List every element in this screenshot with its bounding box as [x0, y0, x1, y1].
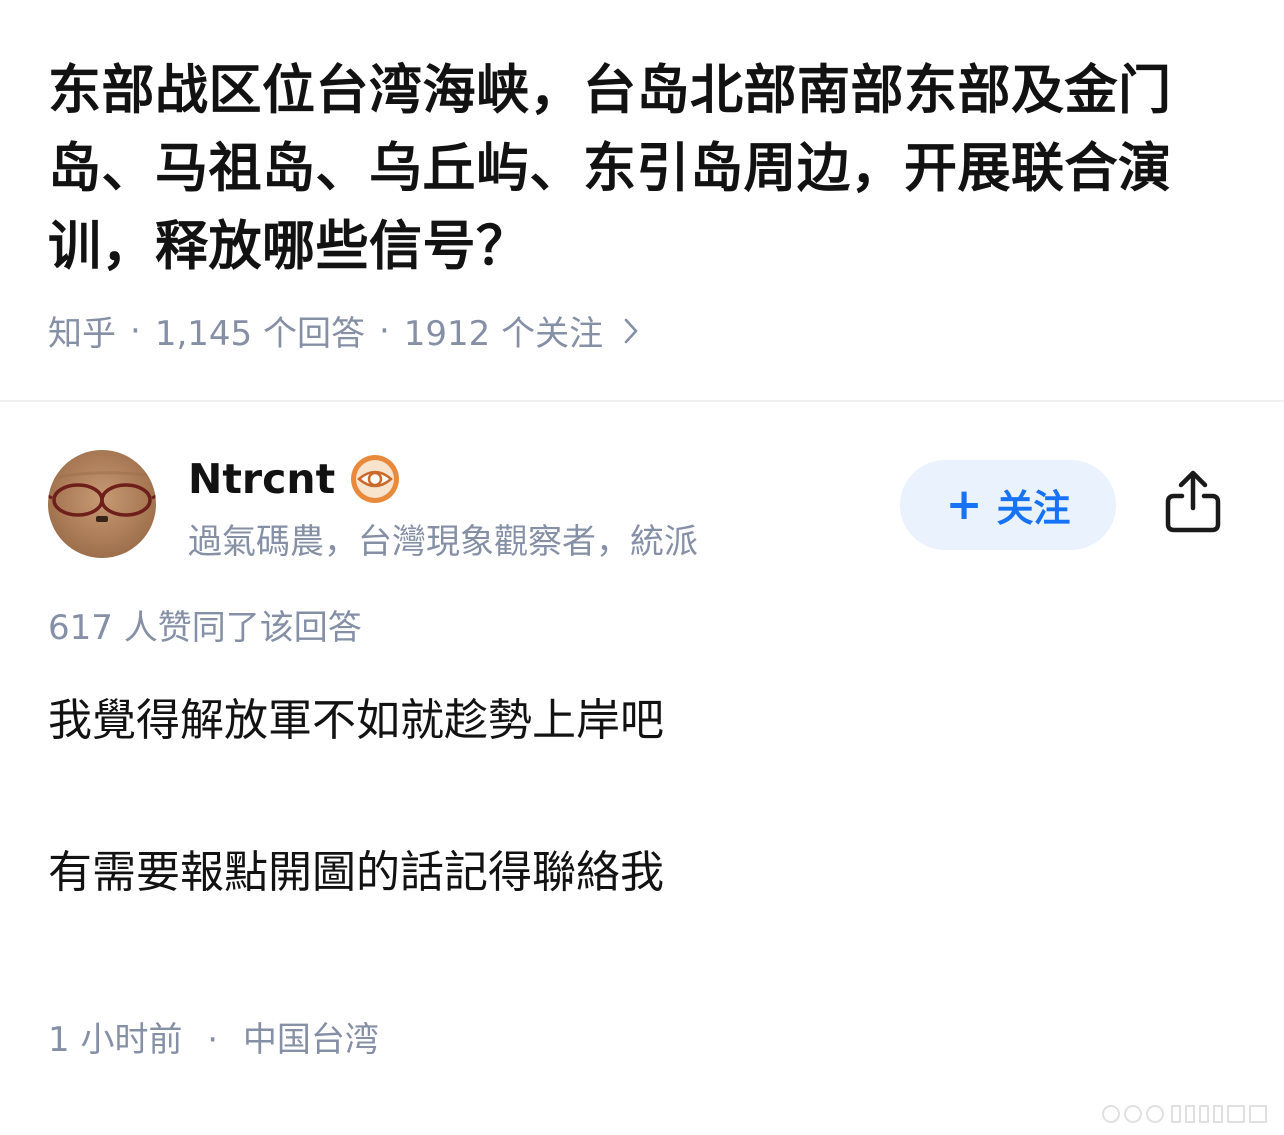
eye-badge-icon[interactable] — [349, 453, 401, 505]
question-meta[interactable]: 知乎 · 1,145 个回答 · 1912 个关注 — [48, 306, 1238, 355]
answer-footer-meta: 1 小时前 · 中国台湾 — [48, 1012, 379, 1061]
answer-paragraph: 我覺得解放軍不如就趁勢上岸吧 — [48, 695, 664, 746]
share-icon[interactable] — [1162, 468, 1224, 534]
section-divider — [0, 400, 1284, 402]
author-name-row: Ntrcnt — [188, 450, 401, 508]
author-bio: 過氣碼農，台灣現象觀察者，統派 — [188, 522, 698, 562]
follower-count: 1912 个关注 — [403, 314, 604, 354]
plus-icon: + — [945, 479, 983, 530]
meta-separator: · — [378, 310, 390, 351]
chevron-right-icon[interactable] — [623, 317, 639, 345]
vote-count: 617 人赞同了该回答 — [48, 608, 362, 648]
watermark-logo — [1100, 1103, 1270, 1125]
post-time: 1 小时前 — [48, 1020, 183, 1060]
meta-separator: · — [207, 1020, 219, 1060]
source-label: 知乎 — [48, 314, 116, 354]
follow-button[interactable]: + 关注 — [900, 460, 1116, 550]
question-title[interactable]: 东部战区位台湾海峡，台岛北部南部东部及金门岛、马祖岛、乌丘屿、东引岛周边，开展联… — [48, 52, 1238, 286]
author-name[interactable]: Ntrcnt — [188, 455, 335, 503]
answer-content[interactable]: 我覺得解放軍不如就趁勢上岸吧 有需要報點開圖的話記得聯絡我 — [48, 690, 1238, 904]
avatar[interactable] — [48, 450, 156, 558]
meta-separator: · — [130, 310, 141, 351]
author-row: Ntrcnt 過氣碼農，台灣現象觀察者，統派 + 关注 — [48, 450, 1238, 562]
answer-paragraph: 有需要報點開圖的話記得聯絡我 — [48, 847, 664, 898]
question-header: 东部战区位台湾海峡，台岛北部南部东部及金门岛、马祖岛、乌丘屿、东引岛周边，开展联… — [48, 52, 1238, 355]
follow-label: 关注 — [996, 487, 1071, 530]
answer-count: 1,145 个回答 — [154, 314, 365, 354]
glasses-photo-avatar — [48, 471, 156, 522]
post-location: 中国台湾 — [242, 1020, 379, 1060]
